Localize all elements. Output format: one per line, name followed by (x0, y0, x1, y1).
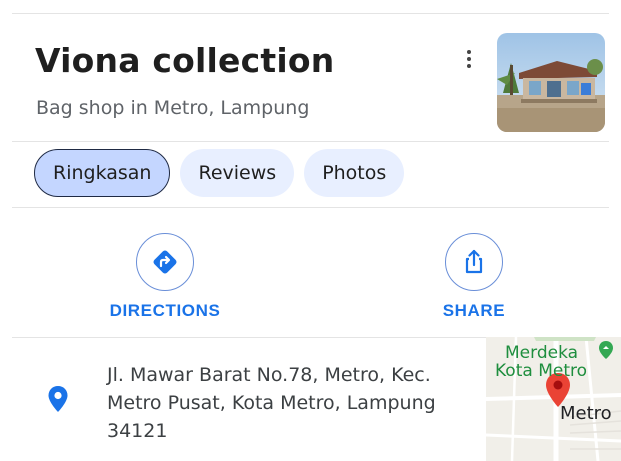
map-preview[interactable]: Merdeka Kota Metro Metro (486, 337, 621, 461)
share-label: SHARE (442, 301, 506, 320)
top-divider (12, 13, 609, 14)
storefront-photo (497, 33, 605, 132)
address-text[interactable]: Jl. Mawar Barat No.78, Metro, Kec. Metro… (107, 361, 467, 445)
share-icon (445, 233, 503, 291)
place-photo-thumbnail[interactable] (497, 33, 605, 132)
place-title: Viona collection (35, 41, 335, 80)
directions-label: DIRECTIONS (109, 301, 221, 320)
location-pin-icon (47, 385, 69, 418)
tab-photos[interactable]: Photos (304, 149, 405, 197)
more-options-icon[interactable] (460, 46, 478, 72)
directions-button[interactable]: DIRECTIONS (95, 233, 235, 321)
directions-icon (136, 233, 194, 291)
map-label-metro: Metro (560, 403, 612, 424)
place-panel: Viona collection Bag shop in Metro, Lamp… (0, 0, 621, 461)
tabs-top-divider (12, 141, 609, 142)
share-button[interactable]: SHARE (404, 233, 544, 321)
map-label-merdeka: Merdeka (505, 343, 579, 363)
tab-reviews[interactable]: Reviews (180, 149, 295, 197)
tab-bar: Ringkasan Reviews Photos (34, 149, 405, 197)
place-category: Bag shop in Metro, Lampung (36, 97, 310, 119)
tabs-bottom-divider (12, 207, 609, 208)
tab-ringkasan[interactable]: Ringkasan (34, 149, 171, 197)
map-label-kota-metro: Kota Metro (495, 361, 587, 381)
